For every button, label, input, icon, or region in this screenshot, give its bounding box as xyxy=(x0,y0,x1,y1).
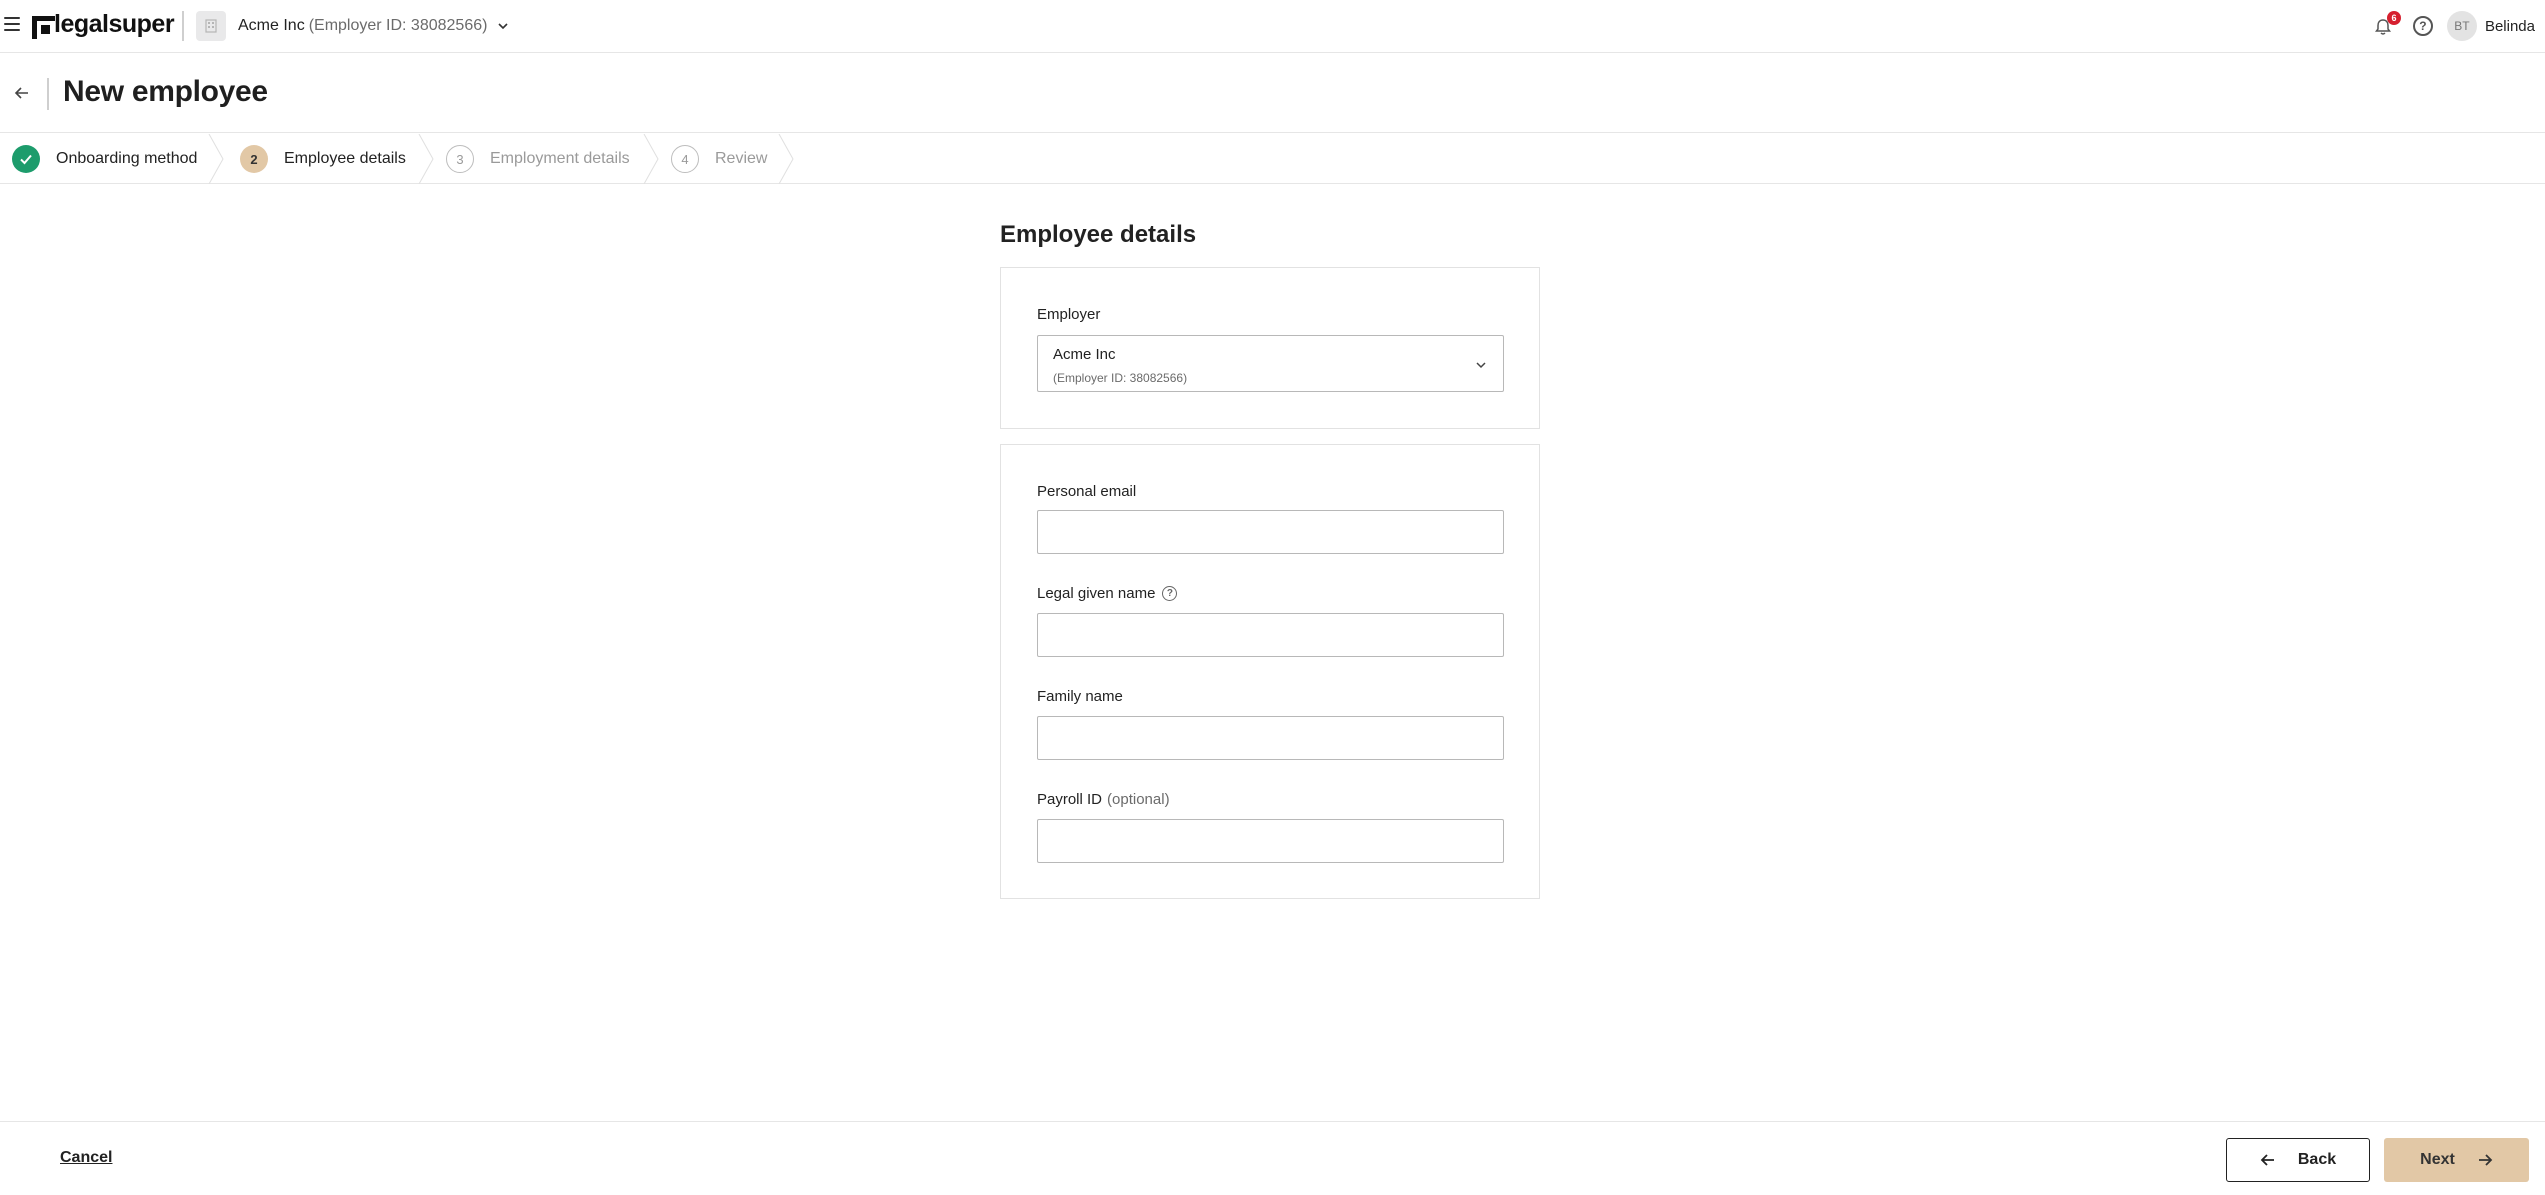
back-button-label: Back xyxy=(2297,1151,2337,1168)
next-button-label: Next xyxy=(2420,1151,2455,1168)
payroll-id-label: Payroll ID (optional) xyxy=(1037,791,1170,808)
step-label: Employment details xyxy=(490,150,630,167)
top-bar: legalsuper Acme Inc (Employer ID: 380825… xyxy=(0,0,2545,53)
personal-email-input[interactable] xyxy=(1037,510,1504,554)
employer-select[interactable]: Acme Inc (Employer ID: 38082566) xyxy=(1037,335,1504,392)
employer-switcher[interactable]: Acme Inc (Employer ID: 38082566) xyxy=(196,10,509,42)
building-icon xyxy=(196,11,226,41)
arrow-right-icon xyxy=(2478,1154,2493,1166)
topbar-divider xyxy=(182,11,184,41)
avatar[interactable]: BT xyxy=(2446,11,2477,41)
cancel-link[interactable]: Cancel xyxy=(60,1149,112,1167)
logo-text: legalsuper xyxy=(54,10,175,38)
employer-select-id: (Employer ID: 38082566) xyxy=(1053,371,1188,385)
back-button[interactable]: Back xyxy=(2226,1138,2370,1182)
given-name-label: Legal given name ? xyxy=(1037,585,1178,602)
family-name-label-text: Family name xyxy=(1037,688,1123,705)
footer-bar: Cancel Back Next xyxy=(0,1121,2545,1195)
chevron-down-icon xyxy=(498,23,509,30)
employer-name: Acme Inc xyxy=(238,17,305,34)
employer-card: Employer Acme Inc (Employer ID: 38082566… xyxy=(1000,267,1540,429)
personal-email-label-text: Personal email xyxy=(1037,483,1137,500)
page-header: New employee xyxy=(0,53,2545,133)
step-onboarding-method[interactable]: Onboarding method xyxy=(12,134,197,184)
next-button[interactable]: Next xyxy=(2384,1138,2529,1182)
step-separator xyxy=(418,134,434,184)
optional-hint: (optional) xyxy=(1107,791,1170,808)
logo[interactable]: legalsuper xyxy=(32,10,175,39)
step-label: Onboarding method xyxy=(56,150,198,167)
employer-id: (Employer ID: 38082566) xyxy=(308,17,488,34)
topbar-actions: 6 ? BT Belinda xyxy=(2373,10,2535,42)
info-icon[interactable]: ? xyxy=(1162,586,1178,601)
step-separator xyxy=(778,134,794,184)
given-name-input[interactable] xyxy=(1037,613,1504,657)
section-title: Employee details xyxy=(1000,221,1197,248)
step-employment-details[interactable]: 3 Employment details xyxy=(446,134,630,184)
step-number: 4 xyxy=(671,145,699,173)
step-number: 3 xyxy=(446,145,474,173)
arrow-left-icon[interactable] xyxy=(12,83,32,103)
hamburger-icon[interactable] xyxy=(4,17,20,31)
employer-label-text: Employer xyxy=(1037,306,1101,323)
family-name-input[interactable] xyxy=(1037,716,1504,760)
notifications-button[interactable]: 6 xyxy=(2373,11,2401,38)
payroll-id-input[interactable] xyxy=(1037,819,1504,863)
step-review[interactable]: 4 Review xyxy=(671,134,767,184)
notification-badge: 6 xyxy=(2386,11,2401,25)
step-separator xyxy=(643,134,659,184)
header-divider xyxy=(47,78,49,110)
step-employee-details[interactable]: 2 Employee details xyxy=(240,134,406,184)
step-label: Employee details xyxy=(284,150,406,167)
employer-select-name: Acme Inc xyxy=(1053,346,1116,363)
step-number: 2 xyxy=(240,145,268,173)
check-icon xyxy=(12,145,40,173)
employee-details-card: Personal email Legal given name ? Family… xyxy=(1000,444,1540,899)
step-separator xyxy=(208,134,224,184)
personal-email-label: Personal email xyxy=(1037,483,1136,500)
employer-label: Employer xyxy=(1037,306,1100,323)
arrow-left-icon xyxy=(2260,1154,2274,1166)
step-label: Review xyxy=(715,150,768,167)
chevron-down-icon xyxy=(1476,362,1486,369)
user-name[interactable]: Belinda xyxy=(2485,18,2535,35)
stepper: Onboarding method 2 Employee details 3 E… xyxy=(0,134,2545,184)
given-name-label-text: Legal given name xyxy=(1037,585,1156,602)
help-icon[interactable]: ? xyxy=(2412,16,2433,36)
logo-mark-icon xyxy=(32,15,55,39)
page-title: New employee xyxy=(63,75,268,108)
payroll-id-label-text: Payroll ID xyxy=(1037,791,1103,808)
family-name-label: Family name xyxy=(1037,688,1123,705)
